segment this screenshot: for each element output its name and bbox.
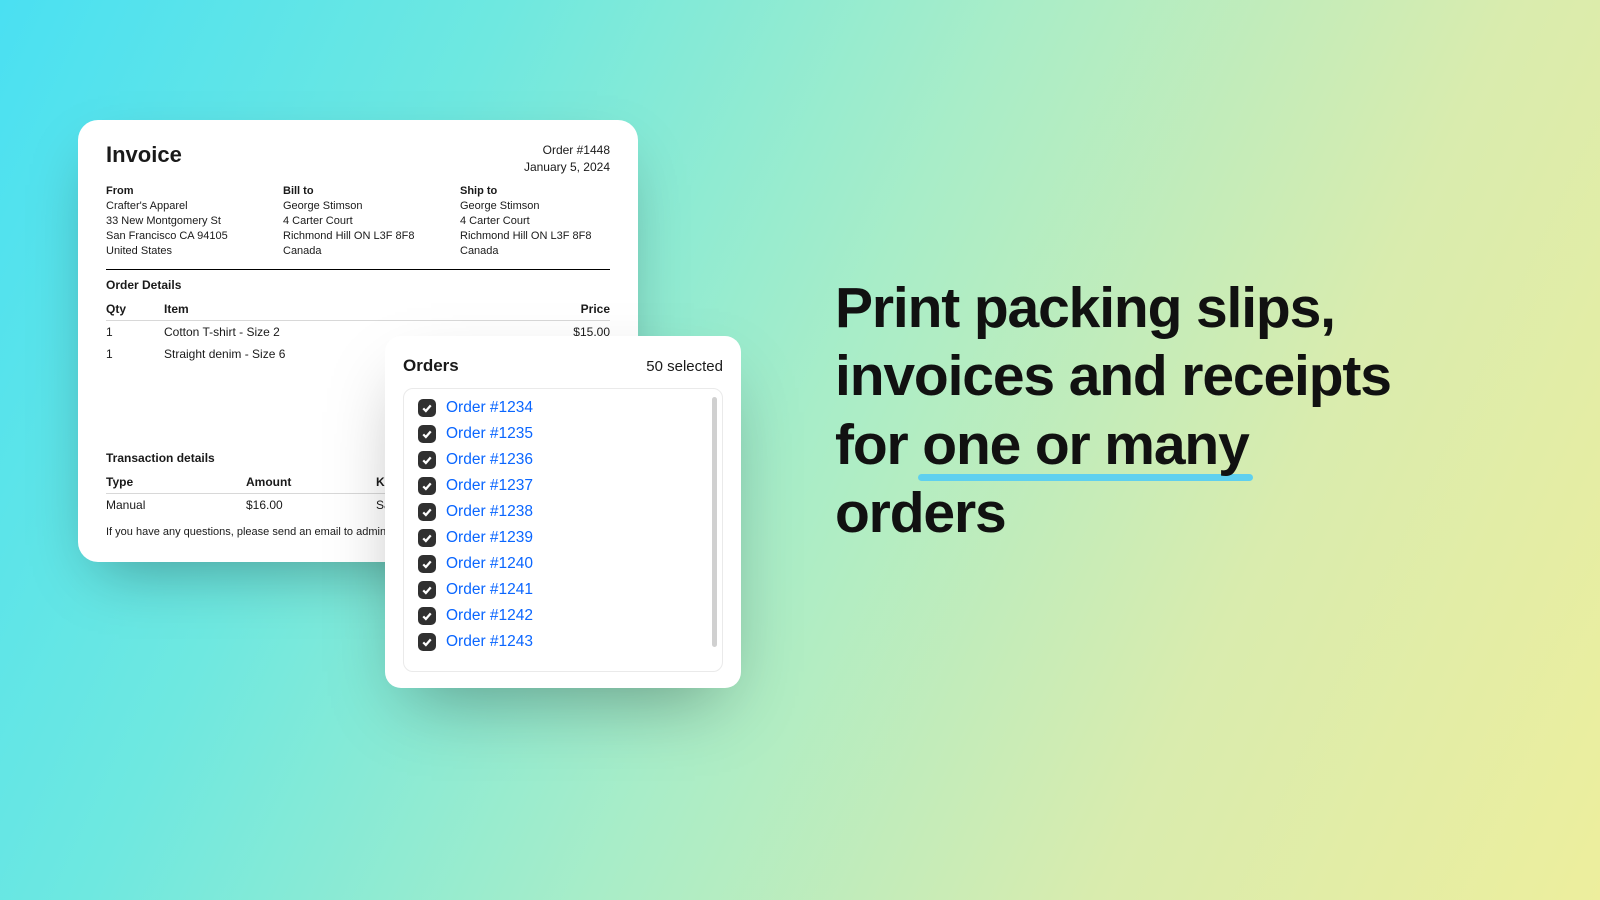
order-row[interactable]: Order #1241: [410, 577, 716, 603]
order-row[interactable]: Order #1243: [410, 629, 716, 655]
bill-to-name: George Stimson: [283, 199, 460, 214]
order-link[interactable]: Order #1237: [446, 477, 533, 495]
col-type: Type: [106, 471, 246, 494]
checkbox-icon[interactable]: [418, 451, 436, 469]
orders-title: Orders: [403, 356, 459, 376]
col-item: Item: [164, 298, 540, 321]
orders-panel: Orders 50 selected Order #1234Order #123…: [385, 336, 741, 688]
ship-to-block: Ship to George Stimson 4 Carter Court Ri…: [460, 184, 610, 259]
cell-qty: 1: [106, 320, 164, 343]
order-link[interactable]: Order #1238: [446, 503, 533, 521]
checkbox-icon[interactable]: [418, 399, 436, 417]
invoice-date: January 5, 2024: [524, 159, 610, 176]
divider: [106, 269, 610, 270]
order-row[interactable]: Order #1238: [410, 499, 716, 525]
order-link[interactable]: Order #1236: [446, 451, 533, 469]
cell-amount: $16.00: [246, 493, 376, 516]
col-price: Price: [540, 298, 610, 321]
order-row[interactable]: Order #1239: [410, 525, 716, 551]
order-row[interactable]: Order #1235: [410, 421, 716, 447]
bill-to-line2: Richmond Hill ON L3F 8F8: [283, 229, 460, 244]
invoice-title: Invoice: [106, 142, 182, 168]
checkbox-icon[interactable]: [418, 607, 436, 625]
from-block: From Crafter's Apparel 33 New Montgomery…: [106, 184, 283, 259]
scrollbar[interactable]: [712, 397, 717, 647]
from-heading: From: [106, 184, 283, 199]
order-link[interactable]: Order #1243: [446, 633, 533, 651]
checkbox-icon[interactable]: [418, 425, 436, 443]
order-link[interactable]: Order #1242: [446, 607, 533, 625]
order-row[interactable]: Order #1236: [410, 447, 716, 473]
checkbox-icon[interactable]: [418, 529, 436, 547]
headline-line-4: orders: [835, 481, 1006, 545]
ship-to-name: George Stimson: [460, 199, 610, 214]
col-amount: Amount: [246, 471, 376, 494]
headline-emphasis: one or many: [922, 411, 1248, 479]
from-name: Crafter's Apparel: [106, 199, 283, 214]
order-row[interactable]: Order #1240: [410, 551, 716, 577]
bill-to-country: Canada: [283, 244, 460, 259]
order-link[interactable]: Order #1234: [446, 399, 533, 417]
cell-qty: 1: [106, 343, 164, 365]
headline-line-2: invoices and receipts: [835, 344, 1391, 408]
order-link[interactable]: Order #1241: [446, 581, 533, 599]
invoice-meta: Order #1448 January 5, 2024: [524, 142, 610, 176]
bill-to-line1: 4 Carter Court: [283, 214, 460, 229]
headline-line-1: Print packing slips,: [835, 276, 1335, 340]
checkbox-icon[interactable]: [418, 555, 436, 573]
from-line2: San Francisco CA 94105: [106, 229, 283, 244]
order-link[interactable]: Order #1235: [446, 425, 533, 443]
bill-to-heading: Bill to: [283, 184, 460, 199]
order-row[interactable]: Order #1242: [410, 603, 716, 629]
order-row[interactable]: Order #1237: [410, 473, 716, 499]
from-line1: 33 New Montgomery St: [106, 214, 283, 229]
invoice-order-number: Order #1448: [524, 142, 610, 159]
col-qty: Qty: [106, 298, 164, 321]
order-row[interactable]: Order #1234: [410, 395, 716, 421]
orders-list[interactable]: Order #1234 Order #1235 Order #1236 Order #…: [403, 388, 723, 672]
order-link[interactable]: Order #1240: [446, 555, 533, 573]
checkbox-icon[interactable]: [418, 633, 436, 651]
checkbox-icon[interactable]: [418, 503, 436, 521]
ship-to-country: Canada: [460, 244, 610, 259]
ship-to-line1: 4 Carter Court: [460, 214, 610, 229]
order-link[interactable]: Order #1239: [446, 529, 533, 547]
orders-selected-count: 50 selected: [646, 358, 723, 375]
checkbox-icon[interactable]: [418, 581, 436, 599]
promo-headline: Print packing slips, invoices and receip…: [835, 274, 1455, 548]
checkbox-icon[interactable]: [418, 477, 436, 495]
headline-line-3a: for: [835, 413, 922, 477]
order-details-heading: Order Details: [106, 278, 610, 292]
from-country: United States: [106, 244, 283, 259]
cell-type: Manual: [106, 493, 246, 516]
bill-to-block: Bill to George Stimson 4 Carter Court Ri…: [283, 184, 460, 259]
ship-to-line2: Richmond Hill ON L3F 8F8: [460, 229, 610, 244]
ship-to-heading: Ship to: [460, 184, 610, 199]
